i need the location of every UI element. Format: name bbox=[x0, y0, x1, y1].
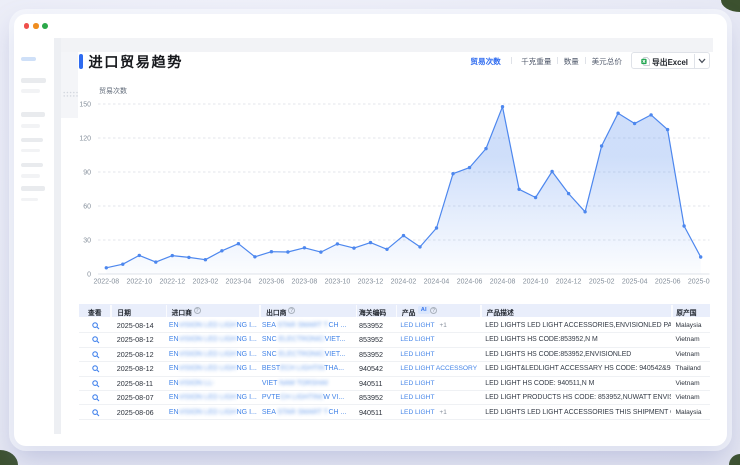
svg-text:150: 150 bbox=[79, 102, 91, 109]
svg-text:2024-06: 2024-06 bbox=[457, 279, 483, 286]
svg-text:2025-04: 2025-04 bbox=[622, 279, 648, 286]
svg-text:2024-02: 2024-02 bbox=[391, 279, 417, 286]
svg-text:2024-10: 2024-10 bbox=[523, 279, 549, 286]
svg-text:2025-06: 2025-06 bbox=[655, 279, 681, 286]
svg-text:2023-08: 2023-08 bbox=[292, 279, 318, 286]
svg-text:2023-10: 2023-10 bbox=[325, 279, 351, 286]
svg-text:2022-12: 2022-12 bbox=[159, 279, 185, 286]
svg-text:2023-02: 2023-02 bbox=[193, 279, 219, 286]
svg-text:60: 60 bbox=[83, 204, 91, 211]
svg-text:2022-08: 2022-08 bbox=[93, 279, 119, 286]
svg-text:贸易次数: 贸易次数 bbox=[99, 86, 127, 95]
svg-text:2023-06: 2023-06 bbox=[259, 279, 285, 286]
svg-text:2024-08: 2024-08 bbox=[490, 279, 516, 286]
svg-text:2023-04: 2023-04 bbox=[226, 279, 252, 286]
svg-text:2024-04: 2024-04 bbox=[424, 279, 450, 286]
svg-text:120: 120 bbox=[79, 136, 91, 143]
svg-text:2024-12: 2024-12 bbox=[556, 279, 582, 286]
svg-text:2025-02: 2025-02 bbox=[589, 279, 615, 286]
svg-text:2023-12: 2023-12 bbox=[358, 279, 384, 286]
svg-text:30: 30 bbox=[83, 238, 91, 245]
svg-text:2025-08: 2025-08 bbox=[688, 279, 710, 286]
svg-text:2022-10: 2022-10 bbox=[126, 279, 152, 286]
svg-text:0: 0 bbox=[87, 272, 91, 279]
svg-text:90: 90 bbox=[83, 170, 91, 177]
